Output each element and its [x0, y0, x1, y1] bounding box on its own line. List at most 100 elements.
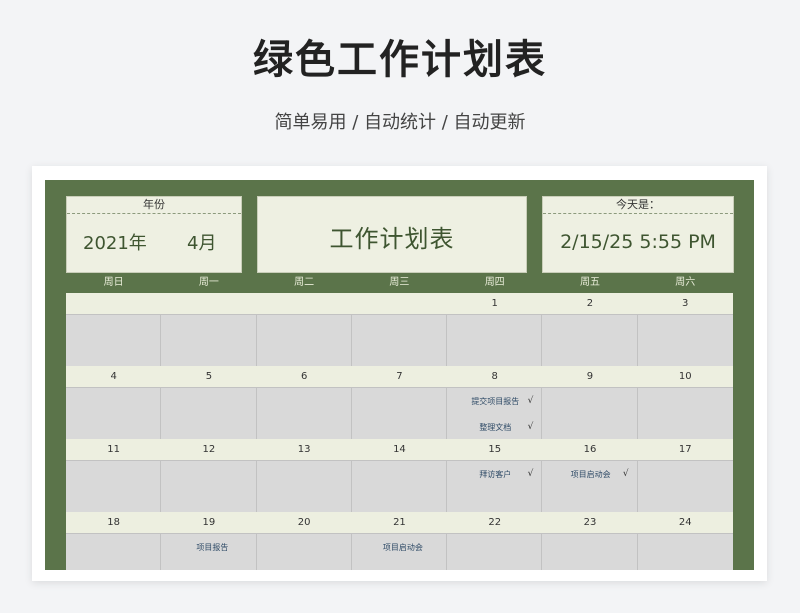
- today-label: 今天是：: [543, 197, 733, 214]
- day-cell[interactable]: [161, 387, 257, 439]
- day-cell[interactable]: [637, 533, 733, 570]
- day-cell[interactable]: [256, 387, 352, 439]
- today-panel: 今天是： 2/15/25 5:55 PM: [542, 196, 734, 273]
- day-number: 22: [488, 517, 502, 528]
- day-number: 3: [682, 298, 689, 309]
- day-cell[interactable]: [161, 460, 257, 512]
- calendar-week: 18 19 20 21 22 23 24 项目报告 项目启动会: [66, 512, 733, 570]
- day-cell[interactable]: [66, 533, 162, 570]
- day-number: [66, 293, 161, 314]
- task-row: 项目报告 项目启动会: [66, 533, 733, 570]
- day-cell[interactable]: 拜访客户 √: [447, 460, 543, 512]
- day-number-row: 4 5 6 7 8 9 10: [66, 366, 733, 387]
- day-cell[interactable]: [542, 533, 638, 570]
- day-cell[interactable]: [256, 533, 352, 570]
- task-row: [66, 314, 733, 366]
- day-cell[interactable]: [256, 314, 352, 366]
- day-number: 1: [491, 298, 498, 309]
- day-cell[interactable]: 项目启动会 √: [542, 460, 638, 512]
- task-row: 拜访客户 √ 项目启动会 √: [66, 460, 733, 512]
- day-cell[interactable]: [542, 314, 638, 366]
- calendar-week: 1 2 3: [66, 293, 733, 366]
- day-cell[interactable]: [66, 460, 162, 512]
- page-title: 绿色工作计划表: [253, 37, 547, 83]
- year-value[interactable]: 2021年: [83, 229, 147, 255]
- today-value: 2/15/25 5:55 PM: [560, 231, 716, 253]
- task-name: 项目报告: [196, 542, 229, 552]
- day-number: 7: [396, 371, 403, 382]
- day-cell[interactable]: 项目报告: [161, 533, 257, 570]
- day-cell[interactable]: [161, 314, 257, 366]
- task-item[interactable]: 项目报告: [161, 534, 255, 560]
- day-number: 16: [583, 444, 597, 455]
- task-name: 整理文档: [479, 422, 512, 432]
- day-cell[interactable]: [447, 314, 543, 366]
- weekday-label: 周二: [294, 277, 315, 288]
- day-number-row: 18 19 20 21 22 23 24: [66, 512, 733, 533]
- day-cell[interactable]: 项目启动会: [351, 533, 448, 570]
- weekday-label: 周四: [484, 277, 505, 288]
- day-number: 24: [678, 517, 692, 528]
- task-item[interactable]: 拜访客户 √: [447, 461, 541, 487]
- weekday-label: 周六: [675, 277, 696, 288]
- year-panel: 年份 2021年 4月: [66, 196, 242, 273]
- day-number: 5: [205, 371, 213, 382]
- task-item[interactable]: 项目启动会: [352, 534, 446, 560]
- preview-card: 年份 2021年 4月 工作计划表 今天是： 2/15/25 5:55 PM 周…: [32, 166, 767, 581]
- task-item[interactable]: 项目启动会 √: [542, 461, 636, 487]
- day-number: 2: [586, 298, 594, 309]
- day-cell[interactable]: 提交项目报告 √ 整理文档 √: [447, 387, 543, 440]
- day-cell[interactable]: [351, 460, 448, 512]
- day-number: 17: [678, 444, 692, 455]
- day-number-row: 1 2 3: [66, 293, 733, 314]
- day-cell[interactable]: [637, 314, 733, 366]
- task-name: 拜访客户: [479, 469, 512, 479]
- task-name: 项目启动会: [570, 469, 611, 479]
- day-number: 9: [586, 371, 594, 382]
- sheet-title: 工作计划表: [329, 225, 455, 253]
- task-check-mark[interactable]: √: [528, 469, 534, 479]
- day-cell[interactable]: [637, 460, 733, 512]
- task-check-mark[interactable]: √: [528, 422, 534, 432]
- day-number: 19: [202, 517, 216, 528]
- day-cell[interactable]: [542, 387, 638, 439]
- day-cell[interactable]: [637, 387, 733, 439]
- weekday-label: 周三: [389, 277, 410, 288]
- day-cell[interactable]: [447, 533, 543, 570]
- day-number: 21: [393, 517, 406, 528]
- weekday-label: 周一: [198, 277, 219, 288]
- task-check-mark[interactable]: √: [528, 396, 534, 406]
- day-number: [352, 293, 447, 314]
- weekday-label: 周日: [103, 277, 124, 288]
- day-number: 20: [297, 517, 311, 528]
- task-row: 提交项目报告 √ 整理文档 √: [66, 387, 733, 439]
- day-number: 8: [491, 371, 498, 382]
- day-cell[interactable]: [351, 314, 448, 366]
- task-check-mark[interactable]: √: [623, 469, 629, 479]
- day-number: [257, 293, 352, 314]
- day-cell[interactable]: [66, 387, 162, 439]
- day-number: 15: [488, 444, 502, 455]
- day-number: 12: [202, 444, 216, 455]
- day-number: 23: [583, 517, 597, 528]
- day-number: 13: [297, 444, 311, 455]
- day-cell[interactable]: [66, 314, 162, 366]
- task-item[interactable]: 提交项目报告 √: [447, 388, 541, 414]
- day-cell[interactable]: [256, 460, 352, 512]
- day-number: 4: [110, 371, 117, 382]
- title-panel: 工作计划表: [257, 196, 527, 273]
- day-number: 10: [678, 371, 692, 382]
- day-number: 11: [107, 444, 120, 455]
- day-number: 14: [393, 444, 406, 455]
- year-label: 年份: [67, 197, 241, 214]
- task-name: 提交项目报告: [471, 396, 520, 406]
- calendar-week: 11 12 13 14 15 16 17 拜访客户 √ 项目启动会 √: [66, 439, 733, 512]
- task-item[interactable]: 整理文档 √: [447, 414, 541, 440]
- month-value[interactable]: 4月: [187, 229, 216, 255]
- day-cell[interactable]: [351, 387, 448, 439]
- calendar-sheet: 年份 2021年 4月 工作计划表 今天是： 2/15/25 5:55 PM 周…: [45, 180, 754, 570]
- day-number-row: 11 12 13 14 15 16 17: [66, 439, 733, 460]
- weekday-label: 周五: [579, 277, 600, 288]
- day-number: [161, 293, 256, 314]
- calendar-grid: 1 2 3 4 5 6 7 8 9 10 提交项目报告 √ 整理文档 √ 11 12 13 14 15 16 17 拜访客…: [66, 293, 733, 570]
